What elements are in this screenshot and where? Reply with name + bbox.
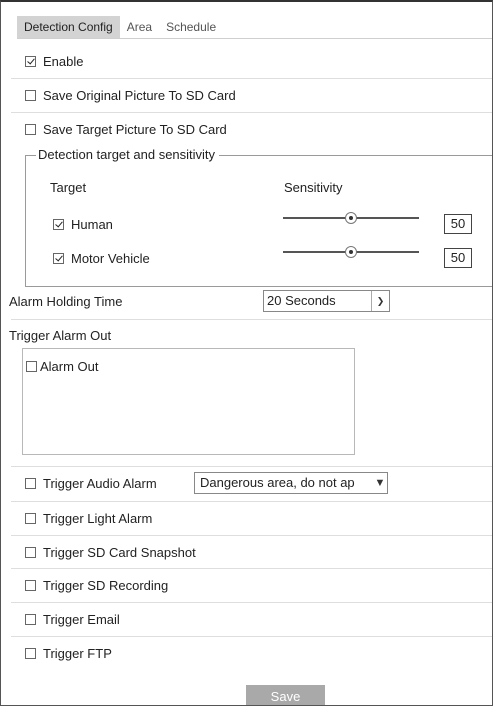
save-original-label: Save Original Picture To SD Card xyxy=(43,87,236,103)
chevron-down-icon[interactable]: ▼ xyxy=(373,473,387,493)
alarm-holding-select[interactable]: 20 Seconds ❯ xyxy=(263,290,390,312)
alarm-out-list[interactable]: Alarm Out xyxy=(22,348,355,455)
human-sensitivity-value[interactable]: 50 xyxy=(444,214,472,234)
divider xyxy=(11,78,492,79)
trigger-email-row: Trigger Email xyxy=(25,604,492,634)
list-item: Alarm Out xyxy=(26,359,99,374)
alarm-holding-label: Alarm Holding Time xyxy=(9,294,123,309)
trigger-snapshot-row: Trigger SD Card Snapshot xyxy=(25,537,492,567)
human-sensitivity-slider[interactable] xyxy=(283,212,419,224)
trigger-light-checkbox[interactable] xyxy=(25,512,36,524)
save-original-checkbox[interactable] xyxy=(25,89,36,101)
divider xyxy=(11,568,492,569)
alarm-holding-value: 20 Seconds xyxy=(267,293,336,308)
target-header: Target xyxy=(50,180,87,195)
motor-vehicle-sensitivity-value[interactable]: 50 xyxy=(444,248,472,268)
tab-schedule[interactable]: Schedule xyxy=(159,16,223,38)
enable-checkbox[interactable] xyxy=(25,55,36,67)
alarm-out-label: Alarm Out xyxy=(40,359,99,374)
divider xyxy=(11,501,492,502)
trigger-email-label: Trigger Email xyxy=(43,611,120,627)
save-original-row: Save Original Picture To SD Card xyxy=(25,80,492,110)
save-button[interactable]: Save xyxy=(246,685,325,705)
trigger-alarm-out-label: Trigger Alarm Out xyxy=(9,328,112,343)
audio-alarm-value: Dangerous area, do not ap xyxy=(200,475,355,490)
enable-row: Enable xyxy=(25,46,492,76)
slider-thumb-icon[interactable] xyxy=(345,212,357,224)
tab-detection-config[interactable]: Detection Config xyxy=(17,16,120,38)
trigger-ftp-row: Trigger FTP xyxy=(25,638,492,668)
detection-config-panel: Detection Config Area Schedule Enable Sa… xyxy=(0,0,493,706)
chevron-down-icon[interactable]: ❯ xyxy=(371,291,389,311)
save-target-label: Save Target Picture To SD Card xyxy=(43,121,227,137)
trigger-light-label: Trigger Light Alarm xyxy=(43,510,153,526)
motor-vehicle-checkbox[interactable] xyxy=(53,252,64,264)
motor-vehicle-sensitivity-slider[interactable] xyxy=(283,246,419,258)
trigger-audio-checkbox[interactable] xyxy=(25,477,36,489)
motor-vehicle-label: Motor Vehicle xyxy=(71,250,150,266)
sensitivity-header: Sensitivity xyxy=(284,180,343,195)
trigger-ftp-checkbox[interactable] xyxy=(25,647,36,659)
save-target-checkbox[interactable] xyxy=(25,123,36,135)
trigger-audio-label: Trigger Audio Alarm xyxy=(43,475,157,491)
save-target-row: Save Target Picture To SD Card xyxy=(25,114,492,144)
trigger-recording-label: Trigger SD Recording xyxy=(43,577,169,593)
divider xyxy=(11,112,492,113)
divider xyxy=(11,535,492,536)
tab-bar: Detection Config Area Schedule xyxy=(17,16,223,38)
tab-divider xyxy=(17,38,492,39)
trigger-email-checkbox[interactable] xyxy=(25,613,36,625)
trigger-snapshot-label: Trigger SD Card Snapshot xyxy=(43,544,196,560)
alarm-out-checkbox[interactable] xyxy=(26,361,37,372)
target-row-human: Human xyxy=(53,209,253,239)
divider xyxy=(11,319,492,320)
audio-alarm-select[interactable]: Dangerous area, do not ap ▼ xyxy=(194,472,388,494)
divider xyxy=(11,602,492,603)
slider-thumb-icon[interactable] xyxy=(345,246,357,258)
trigger-snapshot-checkbox[interactable] xyxy=(25,546,36,558)
trigger-ftp-label: Trigger FTP xyxy=(43,645,112,661)
tab-area[interactable]: Area xyxy=(120,16,159,38)
trigger-recording-row: Trigger SD Recording xyxy=(25,570,492,600)
detection-legend: Detection target and sensitivity xyxy=(36,147,220,163)
human-checkbox[interactable] xyxy=(53,218,64,230)
target-row-motor-vehicle: Motor Vehicle xyxy=(53,243,253,273)
trigger-light-row: Trigger Light Alarm xyxy=(25,503,492,533)
trigger-recording-checkbox[interactable] xyxy=(25,579,36,591)
enable-label: Enable xyxy=(43,53,84,69)
divider xyxy=(11,636,492,637)
divider xyxy=(11,466,492,467)
human-label: Human xyxy=(71,216,113,232)
